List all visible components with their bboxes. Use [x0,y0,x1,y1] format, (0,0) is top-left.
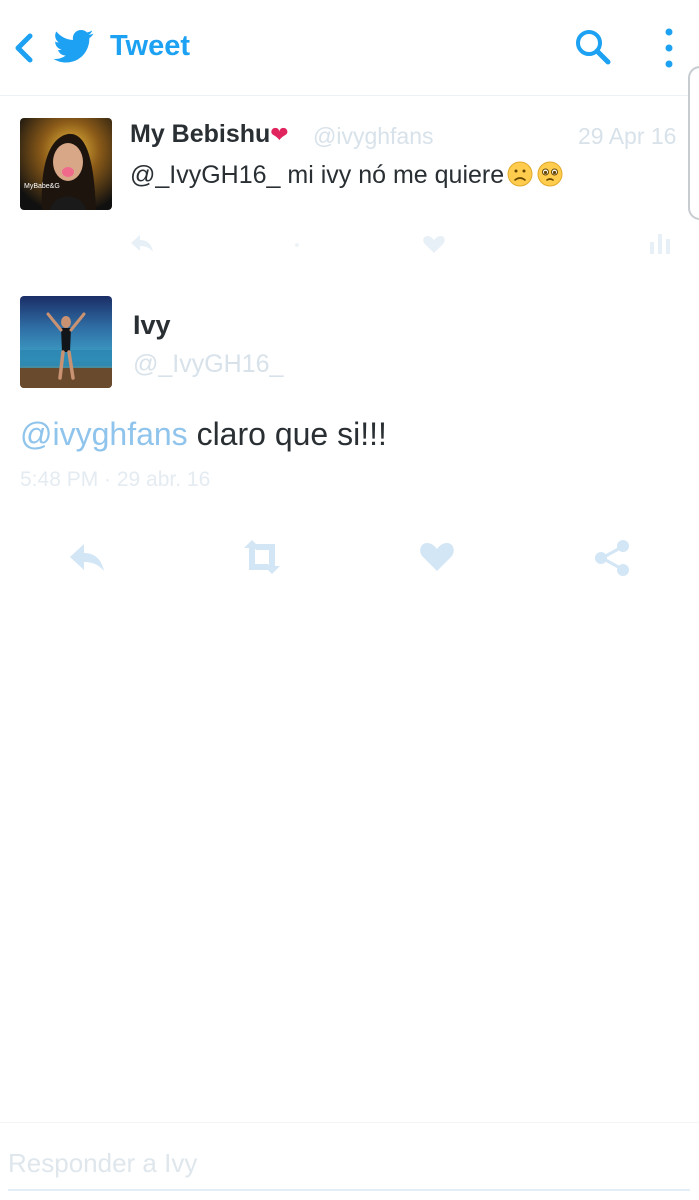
retweet-icon[interactable] [238,538,286,576]
author-handle[interactable]: @_IvyGH16_ [133,350,283,379]
avatar-caption: MyBabe&G [24,183,60,190]
tweet-text: @_IvyGH16_ mi ivy nó me quiere [130,160,564,190]
avatar[interactable] [20,296,112,388]
more-vertical-icon[interactable] [654,24,684,72]
reply-icon[interactable] [66,540,108,574]
search-icon[interactable] [572,26,614,68]
twitter-bird-icon [53,30,94,63]
input-underline [8,1189,690,1191]
reply-bar [0,1122,699,1200]
author-handle[interactable]: @ivyghfans [313,123,434,150]
scroll-indicator [688,66,699,220]
page-title: Tweet [110,30,191,62]
reply-input[interactable] [8,1145,688,1181]
heart-emoji-icon: ❤ [270,122,289,147]
avatar[interactable]: MyBabe&G [20,118,112,210]
slightly-frowning-face-emoji-icon [507,161,533,187]
app-header: Tweet [0,0,699,96]
like-icon[interactable] [422,233,446,255]
retweet-icon[interactable] [290,238,304,252]
tweet-date: 29 Apr 16 [578,123,677,149]
author-name[interactable]: My Bebishu❤ [130,120,289,149]
reply-icon[interactable] [128,232,156,254]
share-icon[interactable] [592,538,632,578]
like-icon[interactable] [418,538,456,574]
pleading-face-emoji-icon [537,161,563,187]
chevron-left-icon[interactable] [8,28,42,68]
mention-link[interactable]: @ivyghfans [20,416,188,452]
author-name[interactable]: Ivy [133,310,171,341]
analytics-icon[interactable] [648,230,672,256]
tweet-timestamp: 5:48 PM · 29 abr. 16 [20,468,211,491]
tweet-text: @ivyghfans claro que si!!! [20,416,387,452]
